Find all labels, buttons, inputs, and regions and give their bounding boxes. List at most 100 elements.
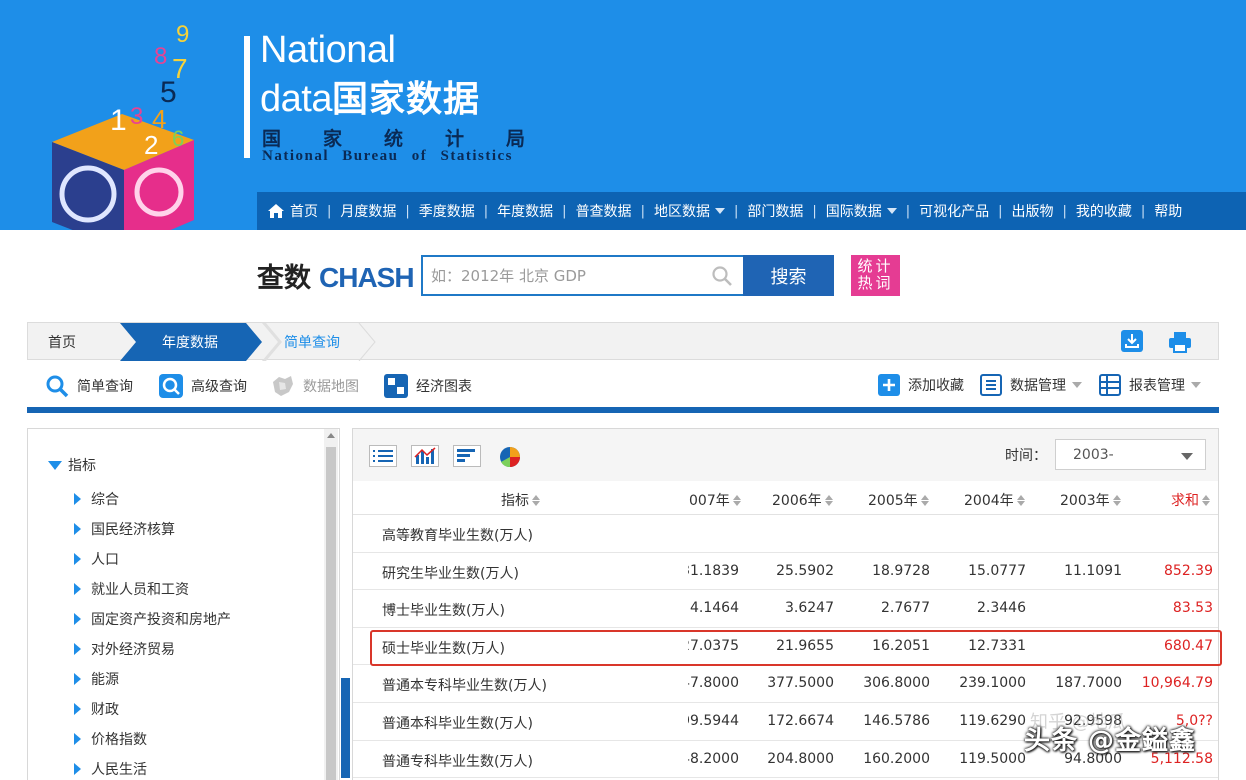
tree-item-label: 财政 [91, 702, 119, 718]
brand-cn-title: 国家数据 [331, 79, 480, 120]
header-2004[interactable]: 2004年 [964, 490, 1025, 510]
print-icon[interactable] [1168, 330, 1192, 354]
nav-item-favorites[interactable]: 我的收藏 [1076, 201, 1132, 221]
economic-chart-button[interactable]: 经济图表 [384, 374, 472, 398]
sidebar-scrollbar[interactable] [324, 429, 338, 780]
cell-2007-clip: 248.2000 [688, 741, 748, 778]
data-manage-button[interactable]: 数据管理 [980, 374, 1082, 396]
hot-words-button[interactable]: 统计 热词 [851, 255, 900, 296]
cell-2007-clip: 31.1839 [688, 553, 748, 590]
pie-chart-view-icon[interactable] [498, 445, 522, 469]
nav-item-visualization[interactable]: 可视化产品 [919, 201, 989, 221]
time-range-select[interactable]: 2003- [1055, 439, 1206, 470]
table-row[interactable]: 普通本专科毕业生数(万人) 447.8000 377.5000 306.8000 239… [353, 665, 1218, 703]
panel-resize-handle[interactable] [341, 678, 350, 778]
logo-digit: 7 [172, 53, 188, 84]
scrollbar-thumb[interactable] [326, 447, 336, 780]
expand-right-icon [74, 703, 81, 715]
cell-2006: 204.8000 [767, 750, 834, 767]
tree-item-energy[interactable]: 能源 [74, 664, 231, 694]
advanced-search-icon [159, 374, 183, 398]
tool-label: 数据地图 [303, 379, 359, 395]
toolbar-divider [27, 407, 1219, 413]
nav-item-quarterly[interactable]: 季度数据 [419, 201, 475, 221]
header-2005[interactable]: 2005年 [868, 490, 929, 510]
tree-item-finance[interactable]: 财政 [74, 694, 231, 724]
tree-item-general[interactable]: 综合 [74, 484, 231, 514]
tree-root-label: 指标 [68, 458, 96, 474]
cell-2005: 18.9728 [872, 562, 930, 579]
expand-right-icon [74, 673, 81, 685]
expand-down-icon [48, 460, 62, 470]
nav-item-international[interactable]: 国际数据 [826, 201, 897, 221]
nav-item-census[interactable]: 普查数据 [576, 201, 632, 221]
indicator-tree: 指标 综合 国民经济核算 人口 就业人员和工资 固定资产投资和房地产 对外经济贸… [27, 428, 340, 780]
table-row[interactable]: 硕士毕业生数(万人) 27.0375 21.9655 16.2051 12.7331 68… [353, 628, 1218, 666]
chart-grid-icon [384, 374, 408, 398]
nav-label: 帮助 [1154, 204, 1183, 220]
tree-item-living[interactable]: 人民生活 [74, 754, 231, 780]
data-map-button[interactable]: 数据地图 [271, 374, 359, 398]
header-indicator[interactable]: 指标 [501, 490, 540, 510]
table-row[interactable]: 高等教育毕业生数(万人) [353, 515, 1218, 553]
breadcrumb-home[interactable]: 首页 [48, 332, 76, 352]
row-indicator-name: 硕士毕业生数(万人) [382, 640, 505, 657]
tree-item-fixed-investment[interactable]: 固定资产投资和房地产 [74, 604, 231, 634]
advanced-query-button[interactable]: 高级查询 [159, 374, 247, 398]
tree-item-label: 国民经济核算 [91, 522, 175, 538]
header-2003[interactable]: 2003年 [1060, 490, 1121, 510]
nav-item-home[interactable]: 首页 [267, 201, 318, 221]
breadcrumb-simple-query[interactable]: 简单查询 [284, 332, 340, 352]
nav-item-department[interactable]: 部门数据 [747, 201, 803, 221]
nav-item-publications[interactable]: 出版物 [1012, 201, 1054, 221]
bar-chart-view-icon[interactable] [411, 445, 439, 467]
tree-item-employment-wages[interactable]: 就业人员和工资 [74, 574, 231, 604]
tree-item-price-index[interactable]: 价格指数 [74, 724, 231, 754]
time-select-value: 2003- [1073, 447, 1114, 463]
chevron-down-icon [714, 208, 725, 214]
download-icon[interactable] [1121, 330, 1143, 352]
expand-right-icon [74, 763, 81, 775]
header-sum[interactable]: 求和 [1171, 490, 1210, 510]
horizontal-bar-view-icon[interactable] [453, 445, 481, 467]
expand-right-icon [74, 583, 81, 595]
list-icon [980, 374, 1002, 396]
cell-2006: 377.5000 [767, 675, 834, 692]
table-view-icon[interactable] [369, 445, 397, 467]
nav-label: 年度数据 [497, 204, 554, 220]
simple-query-button[interactable]: 简单查询 [45, 374, 133, 398]
home-icon [268, 204, 284, 218]
report-manage-button[interactable]: 报表管理 [1099, 374, 1201, 396]
cell-2007: 248.2000 [688, 750, 739, 767]
table-row[interactable]: 博士毕业生数(万人) 4.1464 3.6247 2.7677 2.3446 83.53 [353, 590, 1218, 628]
cell-2005: 306.8000 [863, 675, 930, 692]
cell-2007-clip: 27.0375 [688, 628, 748, 665]
tree-item-population[interactable]: 人口 [74, 544, 231, 574]
header-2006[interactable]: 2006年 [772, 490, 833, 510]
tool-label: 简单查询 [77, 379, 133, 395]
add-favorite-button[interactable]: 添加收藏 [878, 374, 964, 396]
query-toolbar: 简单查询 高级查询 数据地图 经济图表 添加收藏 数据管理 报表管理 [27, 363, 1219, 407]
nav-item-monthly[interactable]: 月度数据 [340, 201, 396, 221]
search-button[interactable]: 搜索 [743, 255, 834, 296]
chashu-logo: 查数 CHASHU [257, 262, 413, 294]
cell-2006: 3.6247 [785, 600, 834, 617]
tree-item-foreign-trade[interactable]: 对外经济贸易 [74, 634, 231, 664]
nav-label: 首页 [290, 204, 318, 220]
search-input[interactable] [423, 257, 711, 294]
breadcrumb-annual[interactable]: 年度数据 [162, 332, 218, 352]
nav-item-annual[interactable]: 年度数据 [497, 201, 553, 221]
cell-2004: 2.3446 [977, 600, 1026, 617]
tree-item-label: 能源 [91, 672, 119, 688]
cell-2007-clip: 199.5944 [688, 703, 748, 740]
scroll-up-icon[interactable] [327, 433, 335, 438]
nav-item-help[interactable]: 帮助 [1154, 201, 1182, 221]
nav-item-regional[interactable]: 地区数据 [654, 201, 725, 221]
tree-item-national-accounts[interactable]: 国民经济核算 [74, 514, 231, 544]
nav-label: 我的收藏 [1075, 204, 1132, 220]
logo-digit: 6 [172, 126, 184, 151]
tree-root-indicator[interactable]: 指标 [48, 455, 96, 475]
table-row[interactable]: 研究生毕业生数(万人) 31.1839 25.5902 18.9728 15.0777 1… [353, 553, 1218, 591]
header-2007[interactable]: 007年 [689, 490, 741, 510]
cell-2006: 25.5902 [776, 562, 834, 579]
